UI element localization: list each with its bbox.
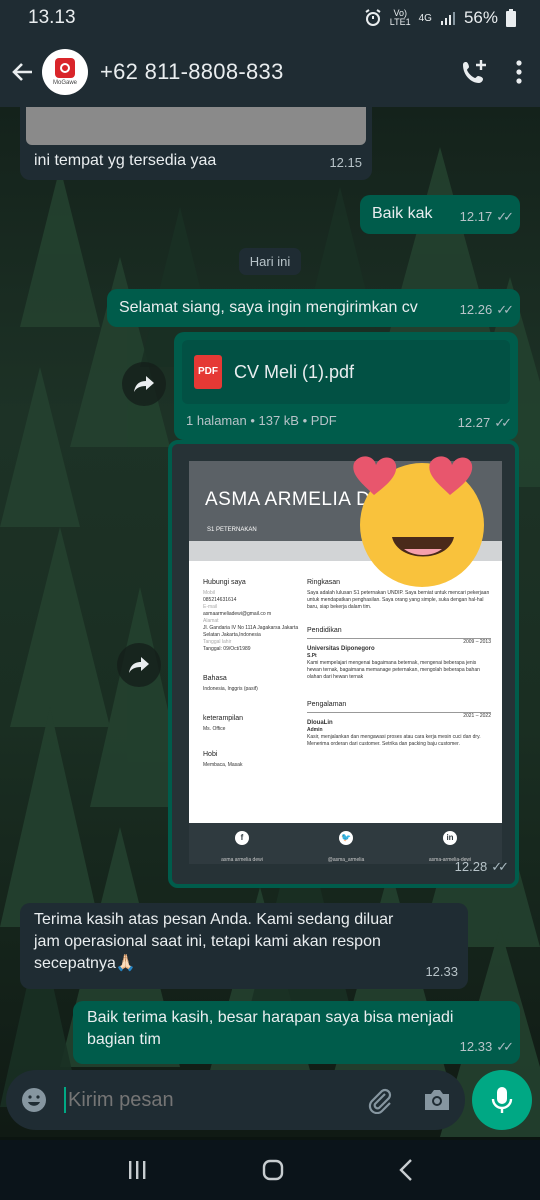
read-ticks-icon: ✓✓ [491,859,509,874]
cv-heading: Hobi [203,751,218,758]
message-text: Baik kak [372,205,433,222]
home-icon[interactable] [261,1158,285,1182]
message-time: 12.27 [457,415,491,430]
read-ticks-icon: ✓✓ [496,209,514,224]
message-incoming[interactable]: Terima kasih atas pesan Anda. Kami sedan… [20,903,468,989]
back-nav-icon[interactable] [398,1158,414,1182]
read-ticks-icon: ✓✓ [496,1039,514,1054]
pdf-icon: PDF [194,355,222,389]
document-info: 1 halaman • 137 kB • PDF [186,413,337,428]
message-time: 12.33 [425,964,458,979]
read-ticks-icon: ✓✓ [496,302,514,317]
message-incoming[interactable]: ini tempat yg tersedia yaa 12.15 [20,107,372,180]
forward-icon [134,376,154,392]
message-time: 12.26 [459,302,493,317]
voice-message-button[interactable] [472,1070,532,1130]
read-ticks-icon: ✓✓ [494,415,512,430]
more-options-icon[interactable] [516,59,522,84]
message-text: ini tempat yg tersedia yaa [34,152,217,169]
message-outgoing[interactable]: Selamat siang, saya ingin mengirimkan cv… [107,289,520,327]
volte-indicator: Vo) LTE1 [389,8,411,27]
message-outgoing[interactable]: Baik terima kasih, besar harapan saya bi… [73,1001,520,1064]
message-time: 12.15 [329,155,362,170]
document-name: CV Meli (1).pdf [234,362,355,382]
avatar-label: MoGawe [52,79,77,86]
cv-subtitle: S1 PETERNAKAN [207,527,257,533]
avatar[interactable]: MoGawe [42,48,88,95]
status-time: 13.13 [28,7,76,28]
cv-heading: Hubungi saya [203,579,246,586]
cv-heading: Pengalaman [307,701,347,708]
forward-button[interactable] [117,643,161,687]
battery-icon [506,9,516,27]
chat-header: MoGawe +62 811-8808-833 [0,36,540,107]
cv-right-column: Ringkasan Saya adalah lulusan S1 peterna… [307,579,491,747]
alarm-icon [365,9,381,26]
cv-left-column: Hubungi saya Mobil 085214631614 E-mail a… [203,573,301,769]
cv-heading: keterampilan [203,715,244,722]
message-time: 12.28 [454,859,488,874]
document-message[interactable]: PDF CV Meli (1).pdf 1 halaman • 137 kB •… [174,332,518,440]
message-time: 12.33 [459,1039,493,1054]
heart-eyes-emoji-icon [353,456,484,587]
forward-button[interactable] [122,362,166,406]
message-outgoing[interactable]: Baik kak 12.17 ✓✓ [360,195,520,234]
company-logo-icon [55,57,75,78]
contact-name[interactable]: +62 811-8808-833 [100,59,460,85]
status-icons: Vo) LTE1 4G 56% [364,8,516,28]
recent-apps-icon[interactable] [126,1159,148,1181]
message-text: Selamat siang, saya ingin mengirimkan cv [119,299,418,316]
message-input[interactable] [68,1088,365,1112]
linkedin-icon: in [443,831,457,845]
signal-icon [440,12,455,25]
camera-icon[interactable] [423,1087,451,1113]
cv-heading: Bahasa [203,675,227,682]
emoji-icon[interactable] [20,1086,48,1114]
twitter-icon: 🐦 [339,831,353,845]
message-time: 12.17 [459,209,493,224]
network-type: 4G [418,12,432,24]
back-arrow-icon[interactable] [10,59,36,85]
message-composer [6,1070,465,1130]
system-navigation-bar [0,1140,540,1200]
text-caret [64,1087,66,1113]
add-call-icon[interactable] [460,58,488,86]
microphone-icon [491,1087,513,1113]
forward-icon [129,657,149,673]
status-bar: 13.13 Vo) LTE1 4G 56% [0,0,540,36]
attach-icon[interactable] [365,1086,393,1114]
cv-heading: Pendidikan [307,627,342,634]
document-preview[interactable]: PDF CV Meli (1).pdf [182,340,510,404]
battery-percent: 56% [463,8,498,27]
date-chip: Hari ini [239,248,301,275]
facebook-icon: f [235,831,249,845]
message-text: Baik terima kasih, besar harapan saya bi… [87,1009,454,1048]
image-preview[interactable] [26,107,366,145]
message-text: Terima kasih atas pesan Anda. Kami sedan… [34,911,394,972]
